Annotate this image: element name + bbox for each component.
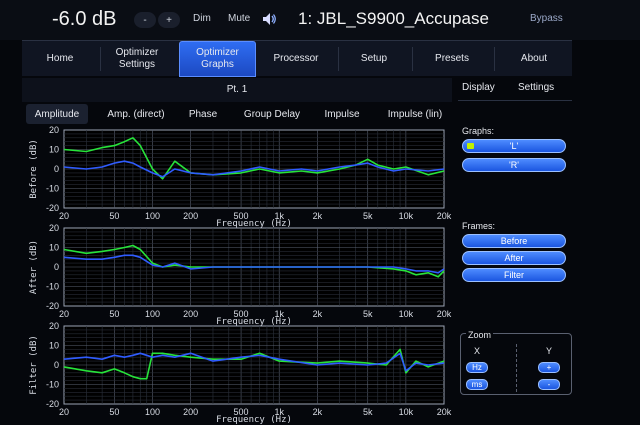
x-tick-label: 20 — [59, 309, 69, 319]
graph-button-left[interactable]: 'L' — [462, 139, 566, 153]
graphs-label: Graphs: — [462, 126, 495, 136]
zoom-divider — [516, 344, 517, 392]
x-tick-label: 100 — [145, 211, 160, 221]
tab-divider — [494, 47, 495, 71]
zoom-ms-button[interactable]: ms — [466, 379, 488, 390]
y-tick-label: 20 — [49, 321, 59, 331]
main-tabs: Home Optimizer Settings Optimizer Graphs… — [22, 40, 572, 77]
x-tick-label: 2k — [313, 407, 323, 417]
y-tick-label: 10 — [49, 145, 59, 155]
y-tick-label: -10 — [46, 380, 59, 390]
frames-label: Frames: — [462, 221, 496, 231]
x-tick-label: 5k — [363, 309, 373, 319]
tab-processor[interactable]: Processor — [258, 41, 334, 77]
x-tick-label: 100 — [145, 407, 160, 417]
x-tick-label: 20k — [437, 211, 452, 221]
tab-optimizer-settings[interactable]: Optimizer Settings — [104, 41, 170, 77]
y-tick-label: 20 — [49, 223, 59, 233]
selected-led-icon — [467, 143, 474, 149]
tab-setup[interactable]: Setup — [340, 41, 408, 77]
frame-button-label: Before — [500, 236, 528, 246]
x-tick-label: 2k — [313, 309, 323, 319]
x-tick-label: 100 — [145, 309, 160, 319]
tab-divider — [100, 47, 101, 71]
point-title: Pt. 1 — [226, 84, 248, 95]
device-name: 1: JBL_S9900_Accupase — [298, 9, 489, 28]
frame-button-before[interactable]: Before — [462, 234, 566, 248]
zoom-hz-button[interactable]: Hz — [466, 362, 488, 373]
y-tick-label: 0 — [54, 262, 59, 272]
frame-button-filter[interactable]: Filter — [462, 268, 566, 282]
x-tick-label: 50 — [109, 211, 119, 221]
graph-button-label: 'L' — [509, 141, 519, 151]
divider — [458, 100, 572, 101]
tab-about[interactable]: About — [496, 41, 572, 77]
tab-display[interactable]: Display — [462, 82, 495, 93]
tab-presets[interactable]: Presets — [414, 41, 490, 77]
x-tick-label: 2k — [313, 211, 323, 221]
tab-optimizer-graphs[interactable]: Optimizer Graphs — [179, 41, 256, 77]
x-tick-label: 10k — [399, 309, 414, 319]
zoom-out-button[interactable]: - — [538, 379, 560, 390]
view-tab-amplitude[interactable]: Amplitude — [26, 104, 88, 124]
frequency-response-plots[interactable]: 20100-10-2020 50 100 200 500 1k 2k 5k 10k 20kFreq… — [0, 124, 460, 425]
bypass-button[interactable]: Bypass — [530, 13, 563, 24]
tab-divider — [338, 47, 339, 71]
y-tick-label: 10 — [49, 243, 59, 253]
y-tick-label: 0 — [54, 360, 59, 370]
y-axis-label: Filter (dB) — [29, 335, 39, 395]
y-tick-label: -20 — [46, 301, 59, 311]
volume-up-button[interactable]: + — [158, 12, 180, 28]
frame-button-after[interactable]: After — [462, 251, 566, 265]
y-tick-label: -10 — [46, 282, 59, 292]
x-tick-label: 200 — [183, 407, 198, 417]
y-tick-label: -20 — [46, 399, 59, 409]
x-tick-label: 50 — [109, 407, 119, 417]
graph-button-label: 'R' — [509, 160, 519, 170]
x-tick-label: 20 — [59, 407, 69, 417]
y-tick-label: 0 — [54, 164, 59, 174]
x-tick-label: 5k — [363, 407, 373, 417]
view-tabs: Amplitude Amp. (direct) Phase Group Dela… — [22, 104, 452, 124]
view-tab-impulse[interactable]: Impulse — [316, 104, 368, 124]
frame-button-label: Filter — [504, 270, 524, 280]
view-tab-phase[interactable]: Phase — [180, 104, 226, 124]
x-tick-label: 20k — [437, 309, 452, 319]
mute-button[interactable]: Mute — [228, 13, 250, 24]
speaker-icon[interactable] — [261, 11, 277, 27]
x-tick-label: 200 — [183, 211, 198, 221]
y-tick-label: -10 — [46, 184, 59, 194]
zoom-label: Zoom — [466, 330, 494, 340]
tab-home[interactable]: Home — [22, 41, 98, 77]
x-tick-label: 200 — [183, 309, 198, 319]
x-axis-label: Frequency (Hz) — [216, 415, 292, 425]
y-axis-label: After (dB) — [29, 240, 39, 294]
y-tick-label: 20 — [49, 125, 59, 135]
point-bar: Pt. 1 — [22, 78, 452, 102]
tab-settings[interactable]: Settings — [518, 82, 554, 93]
x-tick-label: 10k — [399, 211, 414, 221]
y-tick-label: 10 — [49, 341, 59, 351]
x-tick-label: 10k — [399, 407, 414, 417]
view-tab-amp-direct[interactable]: Amp. (direct) — [96, 104, 176, 124]
volume-down-button[interactable]: - — [134, 12, 156, 28]
zoom-in-button[interactable]: + — [538, 362, 560, 373]
plot-area: 20 10 0 -10 -20 20 50 100 200 500 1k 2k 5k 10k 20k Freq… — [0, 124, 460, 425]
dim-button[interactable]: Dim — [193, 13, 211, 24]
gain-readout: -6.0 dB — [52, 8, 117, 30]
y-tick-label: -20 — [46, 203, 59, 213]
zoom-y-label: Y — [546, 346, 553, 356]
x-tick-label: 20 — [59, 211, 69, 221]
top-bar: -6.0 dB - + Dim Mute 1: JBL_S9900_Accupa… — [0, 0, 640, 40]
graph-button-right[interactable]: 'R' — [462, 158, 566, 172]
frame-button-label: After — [504, 253, 524, 263]
zoom-x-label: X — [474, 346, 481, 356]
view-tab-group-delay[interactable]: Group Delay — [234, 104, 310, 124]
tab-divider — [412, 47, 413, 71]
y-axis-label: Before (dB) — [29, 139, 39, 199]
x-tick-label: 50 — [109, 309, 119, 319]
view-tab-impulse-lin[interactable]: Impulse (lin) — [378, 104, 452, 124]
x-tick-label: 5k — [363, 211, 373, 221]
x-tick-label: 20k — [437, 407, 452, 417]
